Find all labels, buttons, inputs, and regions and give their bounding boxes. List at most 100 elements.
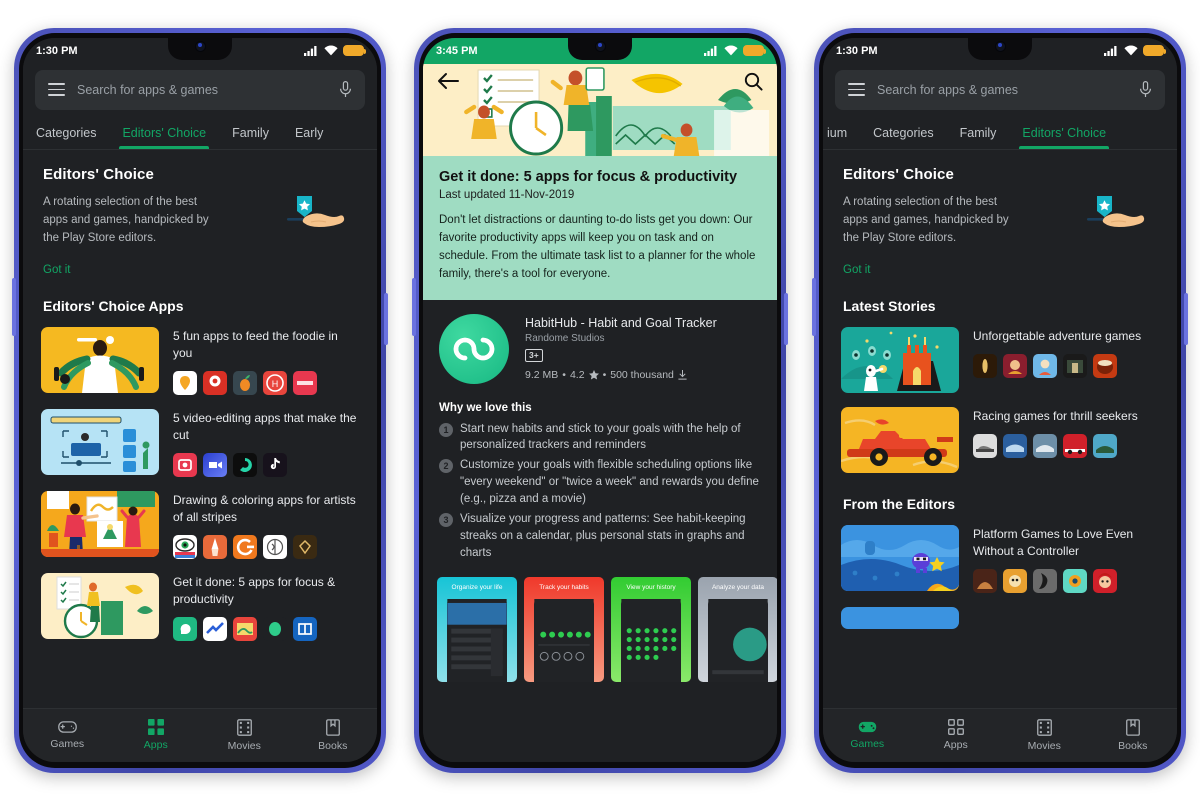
app-icon[interactable]: H (263, 371, 287, 396)
content-scroll[interactable]: HabitHub - Habit and Goal Tracker Random… (423, 299, 777, 762)
tab-editors-choice[interactable]: Editors' Choice (1019, 126, 1109, 149)
app-icon[interactable] (203, 371, 227, 396)
app-icon[interactable] (233, 617, 257, 642)
tab-categories[interactable]: Categories (36, 126, 96, 149)
app-icon[interactable] (1003, 434, 1027, 458)
app-icon[interactable] (1093, 434, 1117, 458)
app-icon[interactable] (1033, 354, 1057, 378)
row-thumbnail[interactable] (41, 573, 159, 640)
bottom-navigation[interactable]: Games Apps Movies Books (823, 707, 1178, 762)
microphone-icon[interactable] (339, 81, 352, 98)
app-icon[interactable] (973, 354, 997, 378)
tab-family[interactable]: Family (960, 126, 997, 149)
screenshot-thumb[interactable]: Analyze your data (698, 576, 777, 682)
screenshot-thumb[interactable]: View your history (611, 576, 691, 682)
tab-bar[interactable]: Categories Editors' Choice Family Early (23, 113, 377, 150)
app-card[interactable]: HabitHub - Habit and Goal Tracker Random… (423, 299, 777, 394)
content-scroll[interactable]: Editors' Choice A rotating selection of … (23, 149, 377, 708)
search-bar[interactable]: Search for apps & games (35, 69, 365, 110)
app-icon[interactable] (293, 371, 317, 396)
list-item[interactable]: 5 video-editing apps that make the cut (23, 402, 377, 484)
list-item[interactable]: Drawing & coloring apps for artists of a… (23, 484, 377, 566)
app-icon[interactable] (203, 453, 227, 478)
volume-button[interactable] (412, 277, 416, 336)
list-item[interactable]: Get it done: 5 apps for focus & producti… (23, 566, 377, 648)
row-thumbnail[interactable] (841, 607, 959, 630)
app-icon[interactable] (293, 535, 317, 560)
bottom-navigation[interactable]: Games Apps Movies Books (23, 707, 378, 762)
app-icon[interactable] (1063, 434, 1087, 458)
app-icon[interactable] (1093, 569, 1117, 594)
app-icon[interactable] (439, 313, 509, 384)
power-button[interactable] (784, 292, 788, 345)
row-thumbnail[interactable] (41, 409, 159, 476)
app-icon-strip[interactable]: H (173, 371, 357, 396)
app-icon[interactable] (173, 535, 197, 560)
back-arrow-icon[interactable] (437, 72, 459, 90)
row-thumbnail[interactable] (841, 326, 959, 393)
tab-family[interactable]: Family (232, 126, 269, 149)
power-button[interactable] (384, 292, 388, 345)
app-icon[interactable] (293, 617, 317, 642)
got-it-button[interactable]: Got it (43, 264, 70, 276)
row-thumbnail[interactable] (841, 406, 959, 473)
volume-button[interactable] (812, 277, 816, 336)
tab-early[interactable]: Early (295, 126, 323, 149)
microphone-icon[interactable] (1139, 81, 1152, 98)
app-icon[interactable] (1033, 434, 1057, 458)
nav-item-apps[interactable]: Apps (912, 719, 1001, 751)
hamburger-menu-icon[interactable] (48, 83, 65, 96)
nav-item-apps[interactable]: Apps (112, 719, 201, 751)
hamburger-menu-icon[interactable] (848, 83, 865, 96)
app-icon-strip[interactable] (173, 453, 357, 478)
nav-item-books[interactable]: Books (289, 718, 378, 752)
app-icon[interactable] (173, 453, 197, 478)
app-icon-strip[interactable] (173, 617, 357, 642)
list-item[interactable] (823, 600, 1177, 630)
tab-premium-partial[interactable]: ium (827, 126, 847, 149)
nav-item-movies[interactable]: Movies (200, 718, 289, 752)
nav-item-books[interactable]: Books (1089, 718, 1178, 752)
app-icon[interactable] (233, 535, 257, 560)
content-scroll[interactable]: Editors' Choice A rotating selection of … (823, 149, 1177, 708)
app-icon[interactable] (1063, 354, 1087, 378)
power-button[interactable] (1184, 292, 1188, 345)
app-icon[interactable] (1033, 569, 1057, 594)
app-icon[interactable] (973, 434, 997, 458)
search-icon[interactable] (744, 72, 763, 91)
list-item[interactable]: 5 fun apps to feed the foodie in you H (23, 320, 377, 402)
tab-categories[interactable]: Categories (873, 126, 933, 149)
app-icon[interactable] (173, 371, 197, 396)
app-icon[interactable] (1063, 569, 1087, 594)
search-input[interactable]: Search for apps & games (877, 83, 1127, 97)
app-icon[interactable] (233, 371, 257, 396)
screenshot-thumb[interactable]: Organize your life (437, 576, 517, 682)
row-thumbnail[interactable] (41, 326, 159, 393)
app-icon[interactable] (1093, 354, 1117, 378)
nav-item-games[interactable]: Games (23, 720, 112, 750)
app-icon-strip[interactable] (173, 535, 357, 560)
app-icon[interactable] (1003, 569, 1027, 594)
app-icon[interactable] (173, 617, 197, 642)
search-bar[interactable]: Search for apps & games (835, 69, 1165, 110)
volume-button[interactable] (12, 277, 16, 336)
app-icon-strip[interactable] (973, 354, 1157, 378)
app-icon[interactable] (263, 617, 287, 642)
list-item[interactable]: Platform Games to Love Even Without a Co… (823, 518, 1177, 600)
tab-editors-choice[interactable]: Editors' Choice (119, 126, 209, 149)
screenshot-thumb[interactable]: Track your habits (524, 576, 604, 682)
app-icon[interactable] (1003, 354, 1027, 378)
list-item[interactable]: Unforgettable adventure games (823, 320, 1177, 400)
got-it-button[interactable]: Got it (843, 264, 870, 276)
nav-item-movies[interactable]: Movies (1000, 718, 1089, 752)
search-input[interactable]: Search for apps & games (77, 83, 327, 97)
row-thumbnail[interactable] (841, 524, 959, 591)
app-icon-strip[interactable] (973, 569, 1157, 594)
list-item[interactable]: Racing games for thrill seekers (823, 400, 1177, 480)
app-icon-strip[interactable] (973, 434, 1157, 458)
app-icon[interactable] (203, 617, 227, 642)
app-icon[interactable] (973, 569, 997, 594)
app-icon[interactable] (263, 535, 287, 560)
tab-bar[interactable]: ium Categories Family Editors' Choice (823, 113, 1177, 150)
row-thumbnail[interactable] (41, 491, 159, 558)
